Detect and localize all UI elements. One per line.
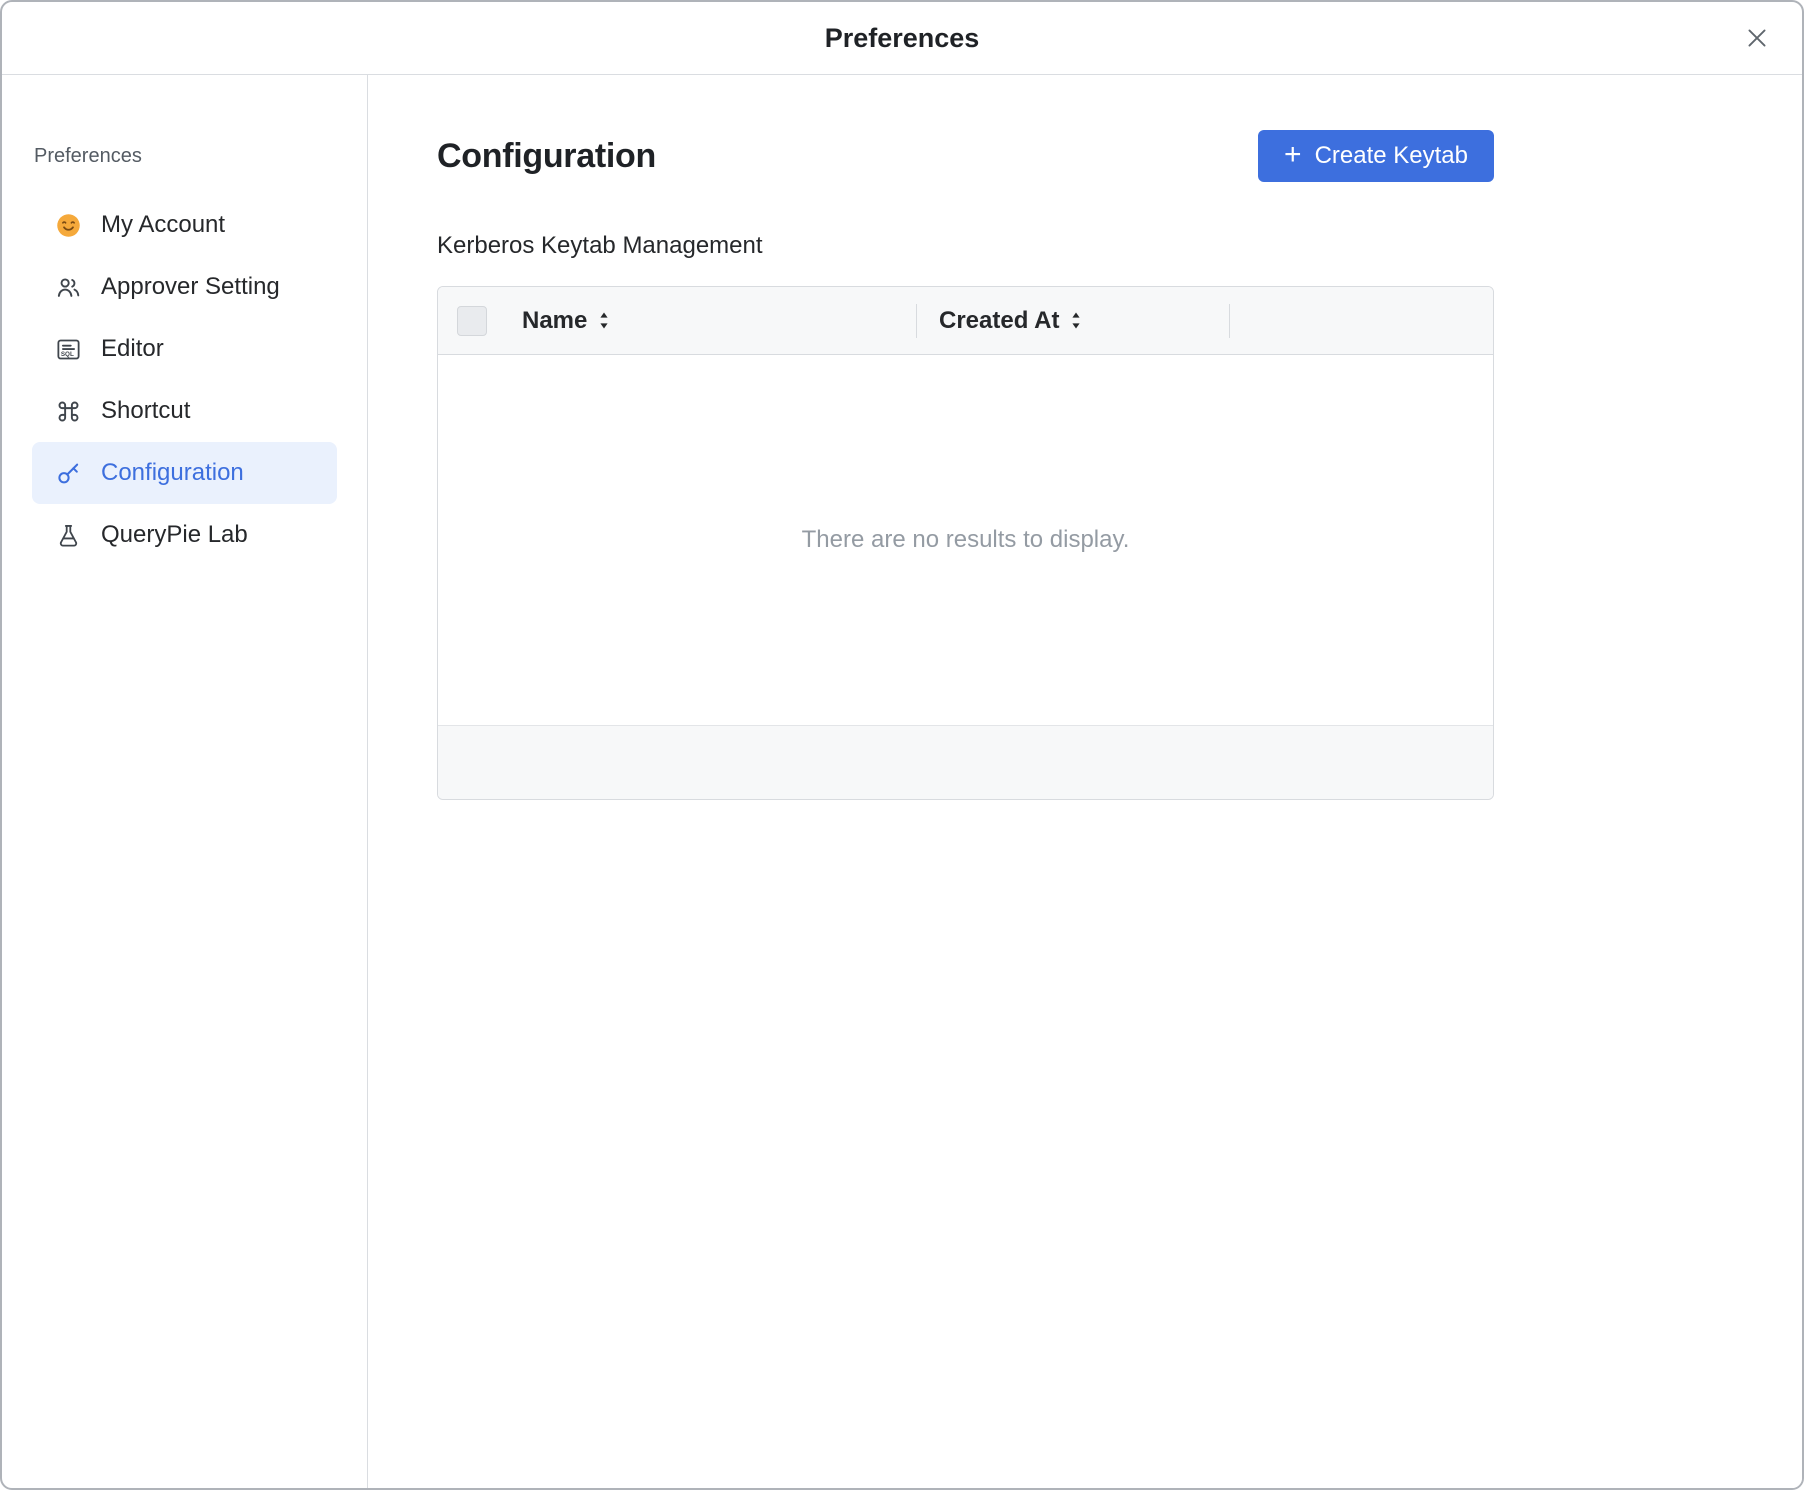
select-all-checkbox[interactable]: [457, 306, 487, 336]
sidebar-item-label: QueryPie Lab: [101, 521, 248, 549]
sql-editor-icon: SQL: [54, 335, 82, 363]
table-footer: [438, 725, 1493, 799]
create-keytab-button[interactable]: + Create Keytab: [1258, 130, 1494, 182]
table-header-row: Name Created At: [438, 287, 1493, 355]
column-label-name: Name: [522, 307, 587, 335]
sort-icon: [598, 311, 610, 330]
close-button[interactable]: [1738, 19, 1776, 57]
svg-text:SQL: SQL: [60, 351, 73, 358]
sidebar-item-approver-setting[interactable]: Approver Setting: [32, 256, 337, 318]
sort-icon: [1070, 311, 1082, 330]
section-title: Kerberos Keytab Management: [437, 232, 1494, 260]
main-content: Configuration + Create Keytab Kerberos K…: [368, 75, 1802, 1488]
sidebar-item-label: Editor: [101, 335, 164, 363]
dialog-header: Preferences: [2, 2, 1802, 75]
key-icon: [54, 459, 82, 487]
keytab-table: Name Created At: [437, 286, 1494, 800]
dialog-title: Preferences: [825, 23, 980, 54]
column-header-actions: [1229, 287, 1493, 354]
people-icon: [54, 273, 82, 301]
table-header-checkbox-cell: [438, 287, 522, 354]
sidebar-item-label: Configuration: [101, 459, 244, 487]
sidebar-item-label: Shortcut: [101, 397, 190, 425]
column-label-created-at: Created At: [939, 307, 1059, 335]
sidebar-item-querypie-lab[interactable]: QueryPie Lab: [32, 504, 337, 566]
sidebar-item-my-account[interactable]: My Account: [32, 194, 337, 256]
flask-icon: [54, 521, 82, 549]
sidebar: Preferences My Account: [2, 75, 368, 1488]
preferences-dialog: Preferences Preferences: [0, 0, 1804, 1490]
empty-message: There are no results to display.: [802, 526, 1130, 554]
page-title: Configuration: [437, 137, 656, 176]
create-keytab-label: Create Keytab: [1315, 142, 1468, 170]
table-body: There are no results to display.: [438, 355, 1493, 725]
column-header-created-at[interactable]: Created At: [916, 287, 1229, 354]
sidebar-item-editor[interactable]: SQL Editor: [32, 318, 337, 380]
sidebar-item-configuration[interactable]: Configuration: [32, 442, 337, 504]
dialog-body: Preferences My Account: [2, 75, 1802, 1488]
command-icon: [54, 397, 82, 425]
sidebar-menu: My Account Approver Setting: [32, 194, 337, 566]
sidebar-item-shortcut[interactable]: Shortcut: [32, 380, 337, 442]
column-header-name[interactable]: Name: [522, 287, 916, 354]
sidebar-item-label: Approver Setting: [101, 273, 280, 301]
sidebar-section-label: Preferences: [34, 145, 337, 168]
smiley-face-icon: [54, 211, 82, 239]
content-header: Configuration + Create Keytab: [437, 130, 1494, 182]
close-icon: [1744, 25, 1770, 51]
sidebar-item-label: My Account: [101, 211, 225, 239]
